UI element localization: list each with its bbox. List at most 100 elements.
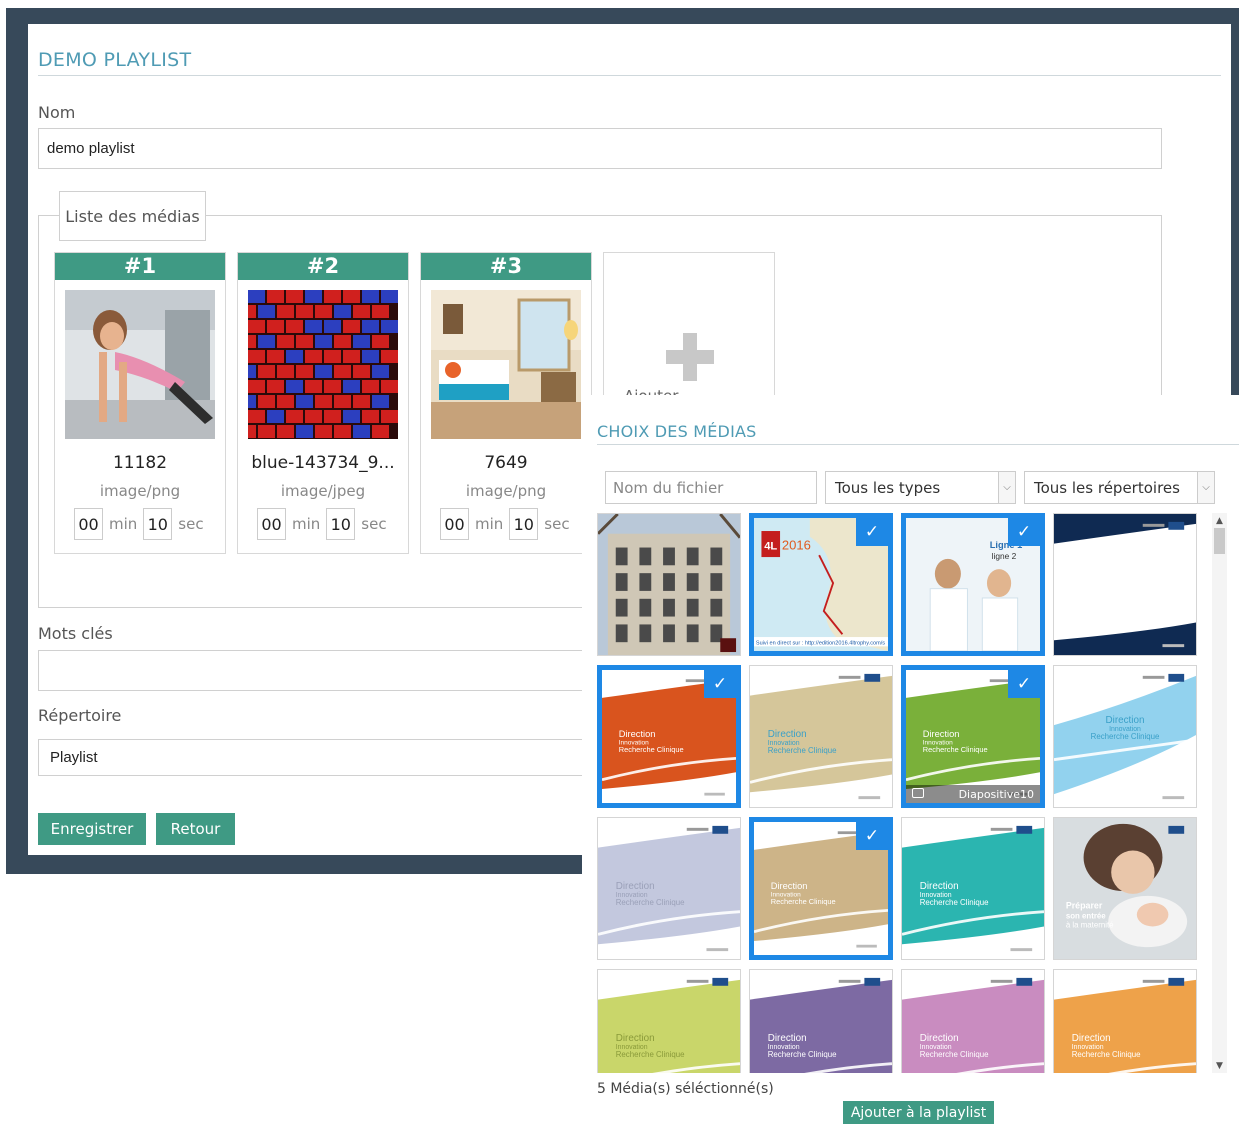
media-tile-7[interactable]: Direction Innovation Recherche Clinique … bbox=[901, 665, 1045, 808]
media-type: image/jpeg bbox=[280, 482, 366, 500]
svg-text:à la maternité: à la maternité bbox=[1066, 920, 1114, 929]
scroll-up-icon[interactable]: ▲ bbox=[1212, 513, 1227, 528]
save-button[interactable]: Enregistrer bbox=[38, 813, 146, 845]
add-to-playlist-button[interactable]: Ajouter à la playlist bbox=[843, 1101, 994, 1124]
media-index: #3 bbox=[421, 253, 591, 280]
media-tile-2[interactable]: 4L 2016 Suivi en direct sur : http://edi… bbox=[749, 513, 893, 656]
minutes-input[interactable]: 00 bbox=[257, 508, 286, 540]
tile-caption: Diapositive10 bbox=[906, 785, 1040, 803]
svg-text:Suivi en direct sur : http://e: Suivi en direct sur : http://edition2016… bbox=[756, 640, 885, 646]
media-tile-9[interactable]: Direction Innovation Recherche Clinique bbox=[597, 817, 741, 960]
media-name: 7649 bbox=[484, 453, 528, 473]
svg-text:Direction: Direction bbox=[771, 881, 808, 891]
media-tile-12[interactable]: Préparer son entrée à la maternité bbox=[1053, 817, 1197, 960]
media-tile-16[interactable]: Direction Innovation Recherche Clinique bbox=[1053, 969, 1197, 1073]
checkmark-icon: ✓ bbox=[1008, 518, 1040, 546]
filename-search-input[interactable]: Nom du fichier bbox=[605, 471, 817, 504]
media-tile-1[interactable] bbox=[597, 513, 741, 656]
media-thumbnail-blocks bbox=[239, 290, 398, 439]
svg-text:Direction: Direction bbox=[768, 1033, 807, 1044]
svg-text:Direction: Direction bbox=[768, 729, 807, 740]
plus-icon bbox=[666, 333, 714, 381]
svg-text:Direction: Direction bbox=[1072, 577, 1111, 588]
media-type: image/png bbox=[99, 482, 181, 500]
camera-icon bbox=[912, 788, 924, 798]
type-filter-value: Tous les types bbox=[835, 478, 941, 497]
media-card-1[interactable]: #1 11182 image/png 00 min 10 sec bbox=[54, 252, 226, 554]
media-duration: 00 min 10 sec bbox=[257, 508, 387, 540]
sec-unit: sec bbox=[361, 515, 387, 533]
name-field[interactable]: demo playlist bbox=[38, 128, 1162, 169]
directory-filter-select[interactable]: Tous les répertoires ⌵ bbox=[1024, 471, 1215, 504]
media-tile-3[interactable]: Ligne 1 ligne 2 ✓ bbox=[901, 513, 1045, 656]
min-unit: min bbox=[292, 515, 321, 533]
checkmark-icon: ✓ bbox=[704, 670, 736, 698]
scroll-down-icon[interactable]: ▼ bbox=[1212, 1058, 1227, 1073]
svg-text:Recherche Clinique: Recherche Clinique bbox=[920, 898, 989, 907]
title-divider bbox=[38, 75, 1221, 76]
media-tile-5[interactable]: Direction Innovation Recherche Clinique … bbox=[597, 665, 741, 808]
directory-label: Répertoire bbox=[38, 706, 122, 725]
type-filter-select[interactable]: Tous les types ⌵ bbox=[825, 471, 1016, 504]
svg-text:Recherche Clinique: Recherche Clinique bbox=[1091, 732, 1160, 741]
svg-text:Direction: Direction bbox=[616, 881, 655, 892]
svg-text:Direction: Direction bbox=[920, 881, 959, 892]
svg-text:Direction: Direction bbox=[619, 729, 656, 739]
media-tile-14[interactable]: Direction Innovation Recherche Clinique bbox=[749, 969, 893, 1073]
svg-text:Recherche Clinique: Recherche Clinique bbox=[771, 897, 836, 906]
page-title: DEMO PLAYLIST bbox=[38, 49, 192, 71]
minutes-input[interactable]: 00 bbox=[74, 508, 103, 540]
media-thumbnail-hotel-room bbox=[431, 290, 581, 439]
seconds-input[interactable]: 10 bbox=[326, 508, 356, 540]
directory-filter-value: Tous les répertoires bbox=[1034, 478, 1180, 497]
media-thumbnail-fitness bbox=[65, 290, 215, 439]
svg-text:2016: 2016 bbox=[782, 538, 811, 553]
media-card-2[interactable]: #2 blue-143734_9... image/jpeg 00 min 10… bbox=[237, 252, 409, 554]
media-type: image/png bbox=[465, 482, 547, 500]
svg-text:Direction: Direction bbox=[1106, 715, 1145, 726]
media-chooser-divider bbox=[597, 444, 1239, 445]
media-tile-6[interactable]: Direction Innovation Recherche Clinique bbox=[749, 665, 893, 808]
back-button[interactable]: Retour bbox=[156, 813, 235, 845]
svg-text:Direction: Direction bbox=[1072, 1033, 1111, 1044]
svg-text:4L: 4L bbox=[764, 541, 777, 553]
media-tile-11[interactable]: Direction Innovation Recherche Clinique bbox=[901, 817, 1045, 960]
svg-text:Recherche Clinique: Recherche Clinique bbox=[616, 898, 685, 907]
media-grid-scrollbar[interactable]: ▲ ▼ bbox=[1212, 513, 1227, 1073]
seconds-input[interactable]: 10 bbox=[509, 508, 539, 540]
media-duration: 00 min 10 sec bbox=[74, 508, 204, 540]
seconds-input[interactable]: 10 bbox=[143, 508, 173, 540]
media-name: 11182 bbox=[112, 453, 168, 473]
media-tile-10[interactable]: Direction Innovation Recherche Clinique … bbox=[749, 817, 893, 960]
svg-text:Préparer: Préparer bbox=[1066, 901, 1103, 911]
media-tile-8[interactable]: Direction Innovation Recherche Clinique bbox=[1053, 665, 1197, 808]
svg-text:Recherche Clinique: Recherche Clinique bbox=[768, 1050, 837, 1059]
media-card-3[interactable]: #3 7649 image/png 00 min 10 sec bbox=[420, 252, 592, 554]
media-tile-15[interactable]: Direction Innovation Recherche Clinique bbox=[901, 969, 1045, 1073]
scroll-thumb[interactable] bbox=[1214, 528, 1225, 554]
chevron-down-icon: ⌵ bbox=[998, 472, 1015, 503]
minutes-input[interactable]: 00 bbox=[440, 508, 469, 540]
tile-caption-text: Diapositive10 bbox=[958, 787, 1034, 801]
media-chooser-title: CHOIX DES MÉDIAS bbox=[597, 422, 757, 441]
svg-text:son entrée: son entrée bbox=[1066, 912, 1106, 921]
checkmark-icon: ✓ bbox=[856, 822, 888, 850]
media-list-legend: Liste des médias bbox=[59, 191, 206, 241]
svg-text:Direction: Direction bbox=[616, 1033, 655, 1044]
min-unit: min bbox=[475, 515, 504, 533]
media-name: blue-143734_9... bbox=[251, 453, 395, 473]
media-tile-13[interactable]: Direction Innovation Recherche Clinique bbox=[597, 969, 741, 1073]
media-index: #1 bbox=[55, 253, 225, 280]
chevron-down-icon: ⌵ bbox=[1197, 472, 1214, 503]
add-media-card[interactable]: Ajouter bbox=[603, 252, 775, 412]
media-duration: 00 min 10 sec bbox=[440, 508, 570, 540]
media-grid: 4L 2016 Suivi en direct sur : http://edi… bbox=[597, 513, 1201, 1073]
svg-text:Direction: Direction bbox=[923, 729, 960, 739]
svg-text:Recherche Clinique: Recherche Clinique bbox=[768, 746, 837, 755]
media-tile-4[interactable]: Direction Innovation Recherche Clinique bbox=[1053, 513, 1197, 656]
keywords-label: Mots clés bbox=[38, 624, 113, 643]
svg-text:Recherche Clinique: Recherche Clinique bbox=[920, 1050, 989, 1059]
svg-text:Recherche Clinique: Recherche Clinique bbox=[1072, 1050, 1141, 1059]
selected-count: 5 Média(s) séléctionné(s) bbox=[597, 1081, 774, 1097]
svg-text:Recherche Clinique: Recherche Clinique bbox=[1072, 594, 1141, 603]
